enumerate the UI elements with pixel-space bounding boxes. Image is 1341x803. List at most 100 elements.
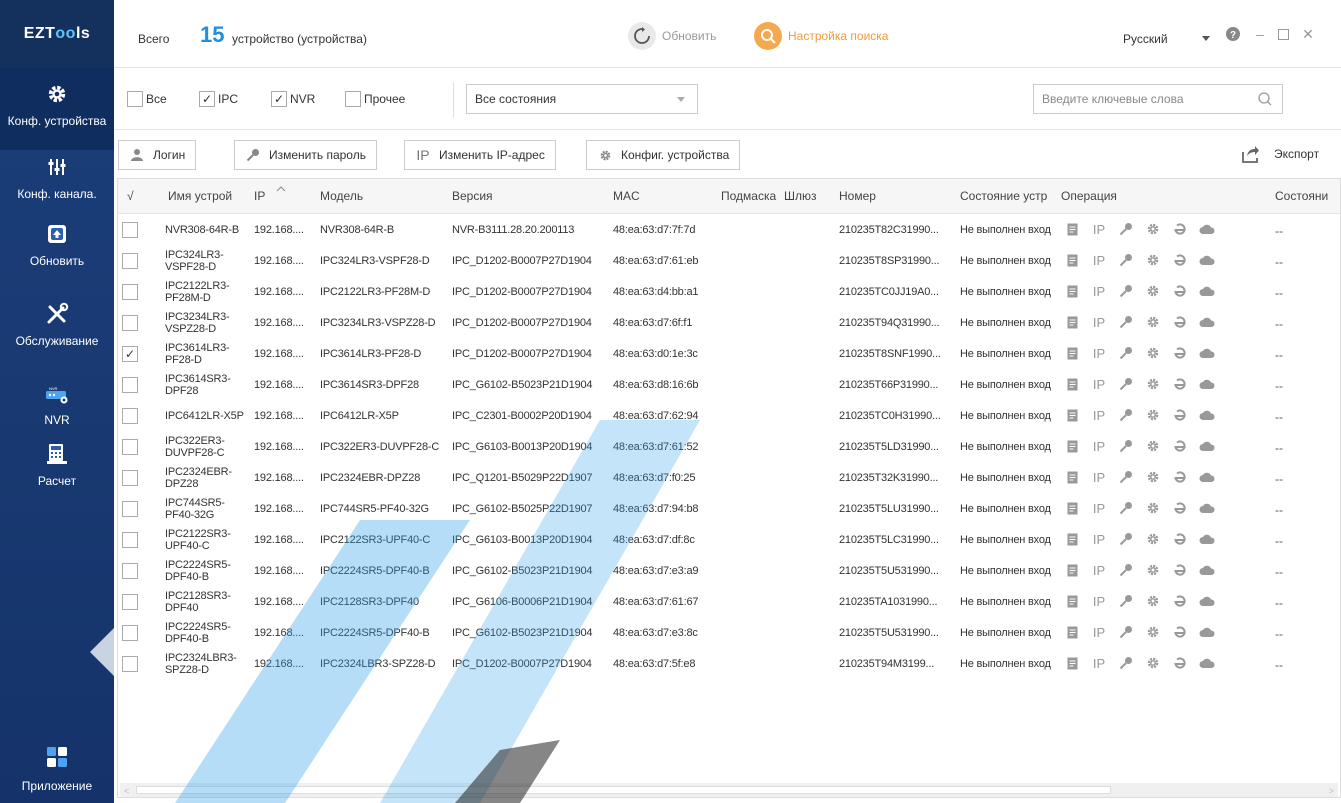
gear-icon[interactable]	[1142, 376, 1164, 392]
scroll-right-icon[interactable]: >	[1329, 786, 1334, 796]
checkbox[interactable]	[345, 91, 361, 107]
key-icon[interactable]	[1115, 624, 1137, 640]
column-header-operation[interactable]: Операция	[1061, 189, 1117, 203]
key-icon[interactable]	[1115, 345, 1137, 361]
row-checkbox[interactable]	[122, 377, 138, 393]
column-header-version[interactable]: Версия	[452, 189, 493, 203]
cloud-icon[interactable]	[1196, 283, 1218, 299]
key-icon[interactable]	[1115, 407, 1137, 423]
cloud-icon[interactable]	[1196, 252, 1218, 268]
checkmark-icon[interactable]: ✓	[199, 91, 215, 107]
filter-all-checkbox[interactable]: Все	[127, 91, 167, 107]
document-icon[interactable]	[1061, 593, 1083, 609]
cloud-icon[interactable]	[1196, 314, 1218, 330]
column-header-model[interactable]: Модель	[320, 189, 363, 203]
sidebar-item-maintenance[interactable]: Обслуживание	[0, 302, 114, 362]
column-header-gateway[interactable]: Шлюз	[784, 189, 817, 203]
filter-other-checkbox[interactable]: Прочее	[345, 91, 405, 107]
document-icon[interactable]	[1061, 624, 1083, 640]
ip-icon[interactable]: IP	[1088, 221, 1110, 237]
key-icon[interactable]	[1115, 655, 1137, 671]
ip-icon[interactable]: IP	[1088, 345, 1110, 361]
row-checkbox[interactable]	[122, 222, 138, 238]
ip-icon[interactable]: IP	[1088, 314, 1110, 330]
scroll-left-icon[interactable]: <	[124, 786, 129, 796]
cloud-icon[interactable]	[1196, 624, 1218, 640]
column-header-device-state[interactable]: Состояние устр	[960, 189, 1056, 203]
key-icon[interactable]	[1115, 314, 1137, 330]
row-checkbox[interactable]	[122, 439, 138, 455]
browser-icon[interactable]	[1169, 345, 1191, 361]
cloud-icon[interactable]	[1196, 345, 1218, 361]
gear-icon[interactable]	[1142, 624, 1164, 640]
key-icon[interactable]	[1115, 376, 1137, 392]
search-icon[interactable]	[1258, 92, 1272, 106]
document-icon[interactable]	[1061, 500, 1083, 516]
minimize-icon[interactable]: –	[1252, 26, 1268, 42]
browser-icon[interactable]	[1169, 252, 1191, 268]
table-row[interactable]: IPC2324EBR-DPZ28 192.168.... IPC2324EBR-DP…	[118, 462, 1340, 493]
key-icon[interactable]	[1115, 500, 1137, 516]
document-icon[interactable]	[1061, 562, 1083, 578]
row-checkbox[interactable]	[122, 594, 138, 610]
column-header-check[interactable]: √	[127, 189, 134, 203]
gear-icon[interactable]	[1142, 283, 1164, 299]
row-checkbox[interactable]	[122, 315, 138, 331]
column-header-number[interactable]: Номер	[839, 189, 876, 203]
checkmark-icon[interactable]: ✓	[271, 91, 287, 107]
gear-icon[interactable]	[1142, 252, 1164, 268]
sidebar-item-channel-config[interactable]: Конф. канала.	[0, 155, 114, 215]
ip-icon[interactable]: IP	[1088, 438, 1110, 454]
table-row[interactable]: IPC3614SR3-DPF28 192.168.... IPC3614SR3-DP…	[118, 369, 1340, 400]
gear-icon[interactable]	[1142, 345, 1164, 361]
table-row[interactable]: IPC324LR3-VSPF28-D 192.168.... IPC324LR3-V…	[118, 245, 1340, 276]
ip-icon[interactable]: IP	[1088, 407, 1110, 423]
table-row[interactable]: IPC2122SR3-UPF40-C 192.168.... IPC2122SR3-…	[118, 524, 1340, 555]
maximize-icon[interactable]	[1275, 26, 1291, 42]
cloud-icon[interactable]	[1196, 469, 1218, 485]
chevron-down-icon[interactable]	[1202, 36, 1210, 41]
browser-icon[interactable]	[1169, 562, 1191, 578]
sidebar-item-apps[interactable]: Приложение	[0, 745, 114, 803]
gear-icon[interactable]	[1142, 438, 1164, 454]
column-header-mask[interactable]: Подмаска	[721, 189, 777, 203]
ip-icon[interactable]: IP	[1088, 252, 1110, 268]
key-icon[interactable]	[1115, 593, 1137, 609]
table-row[interactable]: IPC2224SR5-DPF40-B 192.168.... IPC2224SR5-…	[118, 617, 1340, 648]
ip-icon[interactable]: IP	[1088, 531, 1110, 547]
key-icon[interactable]	[1115, 469, 1137, 485]
row-checkbox[interactable]	[122, 284, 138, 300]
ip-icon[interactable]: IP	[1088, 562, 1110, 578]
row-checkbox[interactable]	[122, 408, 138, 424]
export-button[interactable]: Экспорт	[1240, 144, 1319, 164]
gear-icon[interactable]	[1142, 562, 1164, 578]
scroll-thumb[interactable]	[136, 786, 1111, 794]
cloud-icon[interactable]	[1196, 593, 1218, 609]
search-settings-button[interactable]: Настройка поиска	[754, 22, 888, 50]
filter-ipc-checkbox[interactable]: ✓ IPC	[199, 91, 238, 107]
keyword-search-input[interactable]	[1033, 84, 1283, 114]
ip-icon[interactable]: IP	[1088, 469, 1110, 485]
browser-icon[interactable]	[1169, 314, 1191, 330]
row-checkbox[interactable]	[122, 532, 138, 548]
row-checkbox[interactable]: ✓	[122, 346, 138, 362]
key-icon[interactable]	[1115, 531, 1137, 547]
device-config-button[interactable]: Конфиг. устройства	[586, 140, 741, 170]
language-select[interactable]: Русский	[1123, 32, 1168, 46]
browser-icon[interactable]	[1169, 376, 1191, 392]
ip-icon[interactable]: IP	[1088, 376, 1110, 392]
browser-icon[interactable]	[1169, 593, 1191, 609]
sort-arrow-icon[interactable]	[276, 181, 286, 195]
table-row[interactable]: ✓ IPC3614LR3-PF28-D 192.168.... IPC3614LR3-…	[118, 338, 1340, 369]
cloud-icon[interactable]	[1196, 221, 1218, 237]
browser-icon[interactable]	[1169, 531, 1191, 547]
row-checkbox[interactable]	[122, 656, 138, 672]
cloud-icon[interactable]	[1196, 407, 1218, 423]
checkbox[interactable]	[127, 91, 143, 107]
cloud-icon[interactable]	[1196, 376, 1218, 392]
sidebar-item-nvr[interactable]: NVR NVR	[0, 383, 114, 433]
document-icon[interactable]	[1061, 531, 1083, 547]
table-row[interactable]: NVR308-64R-B 192.168.... NVR308-64R-B NVR-B…	[118, 214, 1340, 245]
gear-icon[interactable]	[1142, 221, 1164, 237]
document-icon[interactable]	[1061, 345, 1083, 361]
